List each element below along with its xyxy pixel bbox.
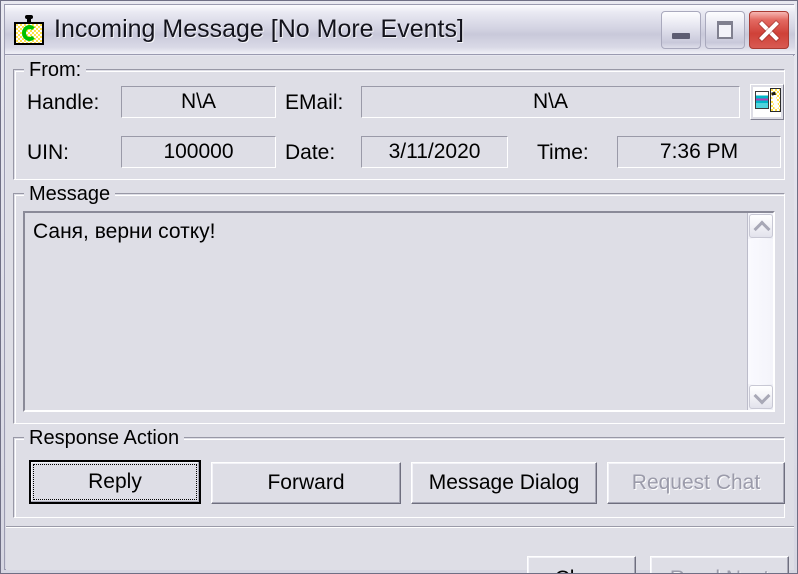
handle-label: Handle: [27, 91, 100, 114]
time-value-field: 7:36 PM [617, 136, 781, 168]
date-value-field: 3/11/2020 [361, 136, 508, 168]
email-label: EMail: [285, 91, 344, 114]
maximize-button[interactable] [705, 10, 745, 49]
window-title: Incoming Message [No More Events] [54, 15, 464, 43]
handle-value-field: N\A [121, 86, 276, 118]
message-text-area[interactable]: Саня, верни сотку! [23, 211, 775, 412]
time-label: Time: [537, 141, 589, 164]
message-body-text: Саня, верни сотку! [33, 220, 216, 243]
chevron-up-icon[interactable] [749, 214, 773, 238]
uin-label: UIN: [27, 141, 69, 164]
from-groupbox: From: Handle: N\A EMail: N\A UIN: 100000… [13, 60, 785, 180]
forward-button[interactable]: Forward [211, 462, 401, 504]
incoming-message-window: Incoming Message [No More Events] From: … [0, 0, 798, 574]
read-next-button: Read Next [650, 556, 789, 573]
response-action-groupbox: Response Action Reply Forward Message Di… [13, 428, 785, 518]
chevron-down-icon[interactable] [749, 385, 773, 409]
title-bar[interactable]: Incoming Message [No More Events] [5, 5, 795, 55]
notepad-pencil-icon [753, 87, 781, 117]
dialog-client-area: From: Handle: N\A EMail: N\A UIN: 100000… [6, 56, 794, 573]
window-controls [661, 10, 789, 49]
message-groupbox: Message Саня, верни сотку! [13, 184, 785, 424]
request-chat-button: Request Chat [607, 462, 785, 504]
icq-flower-icon [14, 14, 44, 45]
scrollbar-track[interactable] [748, 239, 773, 384]
response-action-groupbox-legend: Response Action [24, 428, 185, 448]
minimize-button[interactable] [661, 10, 701, 49]
message-dialog-button[interactable]: Message Dialog [411, 462, 597, 504]
email-value-field: N\A [361, 86, 740, 118]
uin-value-field: 100000 [121, 136, 276, 168]
date-label: Date: [285, 141, 336, 164]
close-window-button[interactable] [749, 10, 789, 49]
from-groupbox-legend: From: [24, 60, 87, 80]
message-scrollbar[interactable] [747, 213, 773, 410]
footer-separator [6, 526, 794, 528]
reply-button-label: Reply [33, 464, 197, 500]
notepad-pencil-icon-button[interactable] [750, 84, 784, 120]
message-groupbox-legend: Message [24, 184, 116, 204]
close-button[interactable]: Close [527, 556, 636, 573]
reply-button[interactable]: Reply [29, 460, 201, 504]
